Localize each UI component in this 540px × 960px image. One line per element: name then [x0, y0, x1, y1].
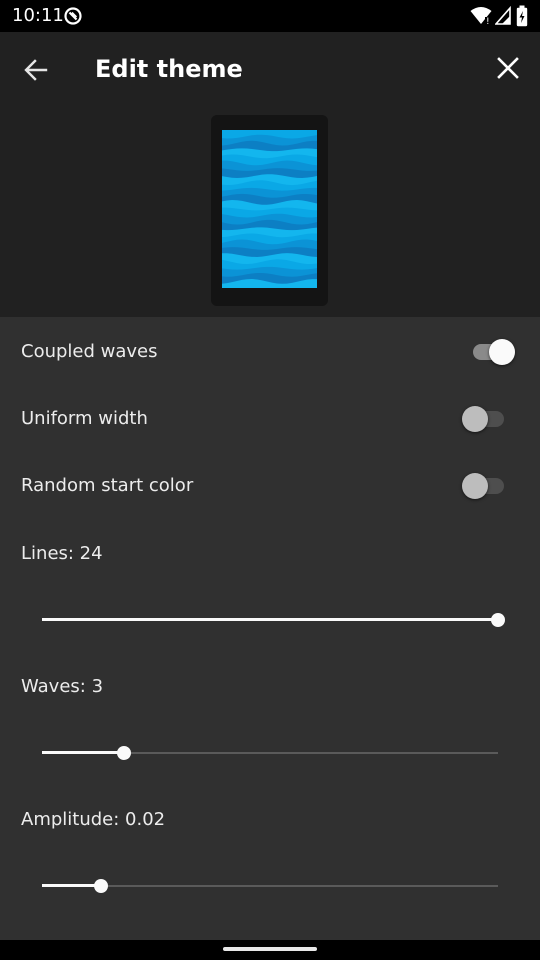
battery-icon: [516, 5, 528, 27]
back-button[interactable]: [14, 48, 58, 92]
switch-thumb: [489, 339, 515, 365]
svg-text:!: !: [486, 17, 490, 26]
switch-thumb: [462, 473, 488, 499]
waves-slider[interactable]: [42, 740, 504, 766]
status-time: 10:11: [12, 5, 64, 26]
slider-fill: [42, 751, 124, 754]
slider-thumb[interactable]: [94, 879, 108, 893]
waves-label: Waves: 3: [21, 676, 104, 697]
coupled-waves-row[interactable]: Coupled waves: [0, 334, 540, 370]
amplitude-slider[interactable]: [42, 873, 504, 899]
wifi-icon: !: [470, 7, 492, 26]
close-button[interactable]: [486, 46, 530, 90]
uniform-width-switch[interactable]: [462, 404, 516, 434]
uniform-width-row[interactable]: Uniform width: [0, 401, 540, 437]
slider-thumb[interactable]: [117, 746, 131, 760]
random-start-color-label: Random start color: [21, 475, 194, 496]
slider-track: [42, 885, 498, 887]
coupled-waves-switch[interactable]: [462, 337, 516, 367]
app-screen: 10:11 ! Edit theme Coupled waves Uniform…: [0, 0, 540, 960]
close-icon: [497, 57, 519, 79]
lines-label: Lines: 24: [21, 543, 103, 564]
slider-fill: [42, 618, 498, 621]
theme-preview: [222, 130, 317, 288]
random-start-color-switch[interactable]: [462, 471, 516, 501]
theme-header: Edit theme: [0, 32, 540, 317]
theme-preview-device: [211, 115, 328, 306]
app-notification-icon: [64, 7, 82, 25]
status-bar: 10:11 !: [0, 0, 540, 32]
random-start-color-row[interactable]: Random start color: [0, 469, 540, 505]
lines-slider[interactable]: [42, 607, 505, 633]
arrow-left-icon: [24, 59, 48, 81]
signal-icon: [495, 6, 511, 25]
slider-thumb[interactable]: [491, 613, 505, 627]
settings-list: Coupled waves Uniform width Random start…: [0, 317, 540, 940]
page-title: Edit theme: [95, 55, 243, 83]
home-gesture-handle[interactable]: [223, 947, 317, 951]
slider-fill: [42, 884, 101, 887]
coupled-waves-label: Coupled waves: [21, 341, 158, 362]
navigation-bar: [0, 940, 540, 960]
uniform-width-label: Uniform width: [21, 408, 148, 429]
amplitude-label: Amplitude: 0.02: [21, 809, 166, 830]
wave-preview-image: [222, 130, 317, 288]
switch-thumb: [462, 406, 488, 432]
